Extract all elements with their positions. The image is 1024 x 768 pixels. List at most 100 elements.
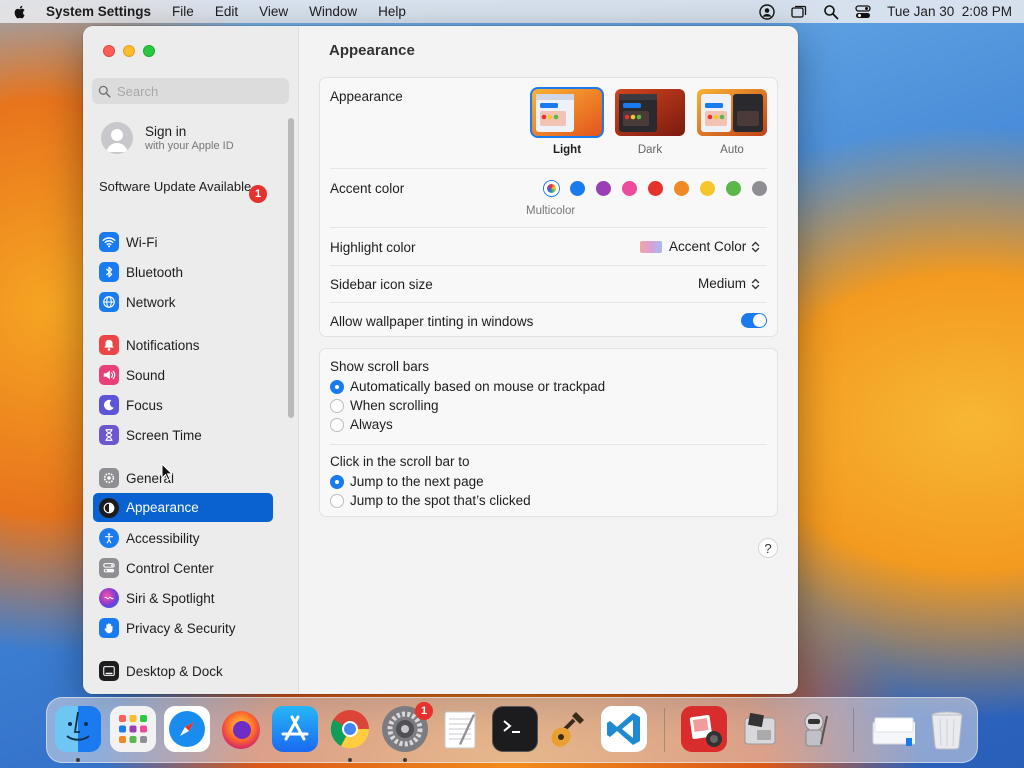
click-next-page-option[interactable]: Jump to the next page: [330, 474, 484, 489]
running-indicator: [76, 758, 80, 762]
accent-green-swatch[interactable]: [726, 181, 741, 196]
apple-id-signin[interactable]: Sign in with your Apple ID: [101, 122, 234, 154]
user-account-icon[interactable]: [759, 3, 775, 20]
chrome-icon[interactable]: [327, 706, 373, 752]
divider: [330, 265, 767, 266]
sidebar-icon-size-popup[interactable]: Medium: [698, 276, 760, 291]
apple-logo-icon[interactable]: [12, 4, 28, 20]
sidebar-item-accessibility[interactable]: Accessibility: [93, 524, 273, 552]
menu-window[interactable]: Window: [309, 4, 357, 19]
vscode-icon[interactable]: [601, 706, 647, 752]
appearance-light-option[interactable]: [532, 89, 602, 136]
accent-yellow-swatch[interactable]: [700, 181, 715, 196]
sidebar-item-label: Desktop & Dock: [126, 663, 223, 679]
accent-red-swatch[interactable]: [648, 181, 663, 196]
appearance-settings-group: Appearance Light Dark Auto Accent color …: [319, 77, 778, 337]
scrollbars-when-scrolling-option[interactable]: When scrolling: [330, 398, 439, 413]
accent-orange-swatch[interactable]: [674, 181, 689, 196]
finder-icon[interactable]: [55, 706, 101, 752]
sidebar-item-label: Sound: [126, 367, 166, 383]
zoom-window-button[interactable]: [143, 45, 155, 57]
sidebar-item-focus[interactable]: Focus: [93, 391, 273, 419]
scrollbars-auto-option[interactable]: Automatically based on mouse or trackpad: [330, 379, 605, 394]
sidebar-icon-size-label: Sidebar icon size: [330, 277, 433, 292]
window-stack-icon[interactable]: [791, 4, 807, 20]
sidebar-item-appearance[interactable]: Appearance: [93, 493, 273, 522]
sidebar-item-control-center[interactable]: Control Center: [93, 554, 273, 582]
globe-icon: [99, 292, 119, 312]
sidebar-item-bluetooth[interactable]: Bluetooth: [93, 258, 273, 286]
software-update-item[interactable]: Software Update Available: [99, 179, 271, 195]
accent-pink-swatch[interactable]: [622, 181, 637, 196]
hourglass-icon: [99, 425, 119, 445]
accessibility-icon: [99, 528, 119, 548]
sidebar-item-screen-time[interactable]: Screen Time: [93, 421, 273, 449]
sidebar-item-label: Screen Time: [126, 427, 202, 443]
automator-icon[interactable]: [791, 706, 837, 752]
control-center-icon[interactable]: [855, 4, 871, 20]
sidebar-item-sound[interactable]: Sound: [93, 361, 273, 389]
minimize-window-button[interactable]: [123, 45, 135, 57]
garageband-icon[interactable]: [546, 706, 592, 752]
search-field[interactable]: [92, 78, 289, 104]
highlight-color-label: Highlight color: [330, 240, 416, 255]
radio-button[interactable]: [330, 417, 344, 432]
software-update-label: Software Update Available: [99, 179, 252, 194]
divider: [330, 444, 767, 445]
highlight-color-popup[interactable]: Accent Color: [640, 239, 760, 254]
sidebar: Sign in with your Apple ID Software Upda…: [83, 26, 299, 694]
safari-icon[interactable]: [164, 706, 210, 752]
radio-button[interactable]: [330, 474, 344, 489]
menu-view[interactable]: View: [259, 4, 288, 19]
menu-edit[interactable]: Edit: [215, 4, 238, 19]
accent-graphite-swatch[interactable]: [752, 181, 767, 196]
search-input[interactable]: [117, 83, 277, 99]
sidebar-item-notifications[interactable]: Notifications: [93, 331, 273, 359]
sidebar-item-privacy-security[interactable]: Privacy & Security: [93, 614, 273, 642]
sidebar-item-label: Network: [126, 294, 176, 310]
spotlight-search-icon[interactable]: [823, 4, 839, 20]
sidebar-item-wifi[interactable]: Wi-Fi: [93, 228, 273, 256]
trash-icon[interactable]: [924, 706, 970, 752]
menubar-clock[interactable]: Tue Jan 30 2:08 PM: [887, 4, 1012, 19]
accent-blue-swatch[interactable]: [570, 181, 585, 196]
firefox-icon[interactable]: [218, 706, 264, 752]
radio-button[interactable]: [330, 379, 344, 394]
sidebar-item-label: Wi-Fi: [126, 234, 158, 250]
downloads-folder-icon[interactable]: [869, 706, 918, 752]
click-scroll-bar-label: Click in the scroll bar to: [330, 454, 470, 469]
hand-icon: [99, 618, 119, 638]
photo-booth-icon[interactable]: [681, 706, 727, 752]
scrollbars-always-option[interactable]: Always: [330, 417, 393, 432]
radio-button[interactable]: [330, 398, 344, 413]
sidebar-scrollbar[interactable]: [288, 118, 294, 418]
accent-multicolor-swatch[interactable]: [544, 181, 559, 196]
sidebar-item-network[interactable]: Network: [93, 288, 273, 316]
sidebar-item-desktop-dock[interactable]: Desktop & Dock: [93, 657, 273, 685]
terminal-icon[interactable]: [492, 706, 538, 752]
mouse-cursor-icon: [161, 463, 173, 481]
menu-help[interactable]: Help: [378, 4, 406, 19]
sidebar-item-label: Accessibility: [126, 530, 200, 546]
control-center-icon: [99, 558, 119, 578]
menu-app-name[interactable]: System Settings: [46, 4, 151, 19]
click-spot-option[interactable]: Jump to the spot that’s clicked: [330, 493, 531, 508]
sidebar-item-label: Bluetooth: [126, 264, 184, 280]
help-button[interactable]: ?: [758, 538, 778, 558]
boot-camp-icon[interactable]: [737, 706, 783, 752]
wallpaper-tinting-toggle[interactable]: [741, 313, 767, 328]
textedit-icon[interactable]: [437, 706, 483, 752]
sidebar-item-label: Control Center: [126, 560, 214, 576]
radio-button[interactable]: [330, 493, 344, 508]
close-window-button[interactable]: [103, 45, 115, 57]
appearance-auto-option[interactable]: [697, 89, 767, 136]
app-store-icon[interactable]: [272, 706, 318, 752]
sidebar-item-label: Appearance: [126, 500, 199, 515]
accent-purple-swatch[interactable]: [596, 181, 611, 196]
sidebar-item-general[interactable]: General: [93, 464, 273, 492]
sidebar-item-siri-spotlight[interactable]: Siri & Spotlight: [93, 584, 273, 612]
launchpad-icon[interactable]: [110, 706, 156, 752]
sidebar-item-label: Privacy & Security: [126, 620, 236, 636]
menu-file[interactable]: File: [172, 4, 194, 19]
appearance-dark-option[interactable]: [615, 89, 685, 136]
